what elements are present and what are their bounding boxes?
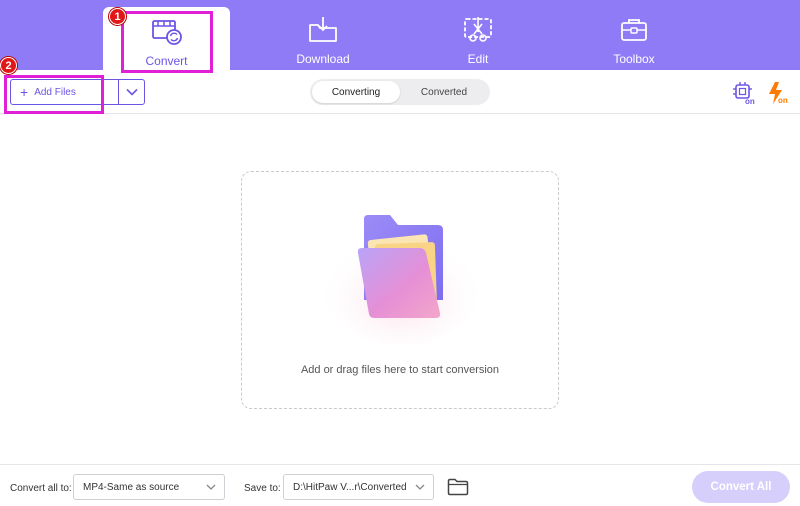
plus-icon: + xyxy=(20,84,29,100)
edit-scissors-icon xyxy=(461,14,495,46)
toolbar: + Add Files Converting Converted on on xyxy=(0,70,800,114)
convert-all-to-label: Convert all to: xyxy=(10,483,72,494)
add-files-label: Add Files xyxy=(34,86,76,98)
drop-zone-hint: Add or drag files here to start conversi… xyxy=(300,364,500,376)
nav-label-edit: Edit xyxy=(467,52,489,66)
toolbox-icon xyxy=(617,14,651,46)
output-format-value: MP4-Same as source xyxy=(83,481,180,493)
output-format-select[interactable]: MP4-Same as source xyxy=(73,474,225,500)
save-to-label: Save to: xyxy=(244,483,281,494)
bottom-bar: Convert all to: MP4-Same as source Save … xyxy=(0,464,800,506)
convert-all-button[interactable]: Convert All xyxy=(692,471,790,503)
conversion-status-tabs: Converting Converted xyxy=(310,79,490,105)
hardware-acceleration-icon[interactable]: on xyxy=(732,81,756,106)
film-convert-icon xyxy=(150,16,184,48)
nav-tab-edit[interactable]: Edit xyxy=(428,0,528,70)
save-path-select[interactable]: D:\HitPaw V...r\Converted xyxy=(283,474,434,500)
annotation-badge-1: 1 xyxy=(109,8,126,25)
chevron-down-icon xyxy=(415,484,425,490)
open-folder-button[interactable] xyxy=(447,478,469,496)
add-files-button[interactable]: + Add Files xyxy=(11,80,118,104)
nav-label-download: Download xyxy=(296,52,350,66)
tab-converting[interactable]: Converting xyxy=(312,81,400,103)
hw-on-badge: on xyxy=(745,97,755,105)
file-drop-zone[interactable]: Add or drag files here to start conversi… xyxy=(241,171,559,409)
folder-icon xyxy=(447,478,469,496)
annotation-badge-2: 2 xyxy=(0,57,17,74)
add-files-dropdown-button[interactable] xyxy=(118,80,144,104)
nav-label-convert: Convert xyxy=(145,54,188,68)
speed-on-icon[interactable]: on xyxy=(766,81,790,105)
add-files-split-button: + Add Files xyxy=(10,79,145,105)
nav-label-toolbox: Toolbox xyxy=(613,52,655,66)
chevron-down-icon xyxy=(125,88,138,96)
download-folder-icon xyxy=(306,14,340,46)
nav-tab-toolbox[interactable]: Toolbox xyxy=(584,0,684,70)
folder-illustration-icon xyxy=(322,197,482,347)
chevron-down-icon xyxy=(206,484,216,490)
tab-converted[interactable]: Converted xyxy=(400,81,488,103)
nav-tab-download[interactable]: Download xyxy=(273,0,373,70)
save-path-value: D:\HitPaw V...r\Converted xyxy=(293,481,407,493)
speed-on-badge: on xyxy=(778,96,788,105)
